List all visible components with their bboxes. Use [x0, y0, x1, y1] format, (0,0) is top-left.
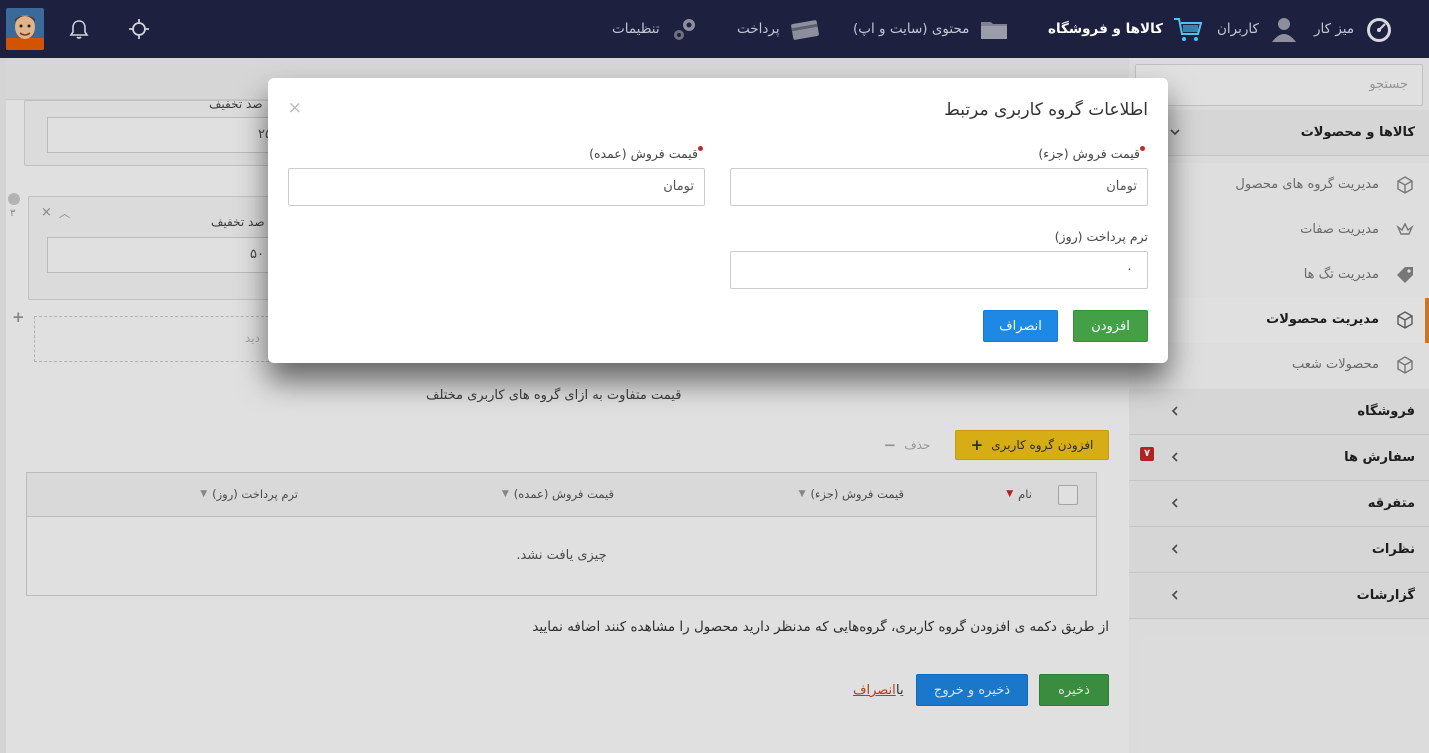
- nav-shop[interactable]: کالاها و فروشگاه: [1048, 12, 1205, 46]
- card-icon: [788, 14, 822, 44]
- required-indicator: [1140, 146, 1145, 151]
- avatar[interactable]: [6, 8, 44, 50]
- user-icon: [1267, 14, 1301, 44]
- cart-icon: [1171, 14, 1205, 44]
- crosshair-icon[interactable]: [127, 17, 151, 41]
- add-button[interactable]: افزودن: [1073, 310, 1148, 342]
- nav-settings[interactable]: تنظیمات: [612, 12, 702, 46]
- retail-price-label: قیمت فروش (جزء): [1038, 146, 1148, 161]
- add-button-label: افزودن: [1091, 318, 1130, 334]
- wholesale-price-label: قیمت فروش (عمده): [589, 146, 706, 161]
- payment-term-value: ۰: [1126, 262, 1133, 277]
- modal-title: اطلاعات گروه کاربری مرتبط: [944, 100, 1148, 120]
- nav-content[interactable]: محتوی (سایت و اپ): [853, 12, 1011, 46]
- nav-payment[interactable]: پرداخت: [737, 12, 822, 46]
- folder-icon: [977, 14, 1011, 44]
- payment-term-label: ترم پرداخت (روز): [1054, 229, 1148, 244]
- user-group-modal: اطلاعات گروه کاربری مرتبط × قیمت فروش (ج…: [268, 78, 1168, 363]
- cancel-button-label: انصراف: [999, 318, 1042, 334]
- nav-shop-label: کالاها و فروشگاه: [1048, 21, 1163, 37]
- nav-users[interactable]: کاربران: [1217, 12, 1301, 46]
- bell-icon[interactable]: [67, 17, 91, 41]
- retail-price-unit: تومان: [1106, 179, 1137, 194]
- gears-icon: [668, 14, 702, 44]
- cancel-button[interactable]: انصراف: [983, 310, 1058, 342]
- required-indicator: [698, 146, 703, 151]
- nav-payment-label: پرداخت: [737, 21, 780, 37]
- nav-dashboard[interactable]: میز کار: [1314, 12, 1396, 46]
- nav-users-label: کاربران: [1217, 21, 1259, 37]
- nav-settings-label: تنظیمات: [612, 21, 660, 37]
- top-navigation-bar: تنظیمات پرداخت محتوی (سایت و اپ) کالاها …: [0, 0, 1429, 58]
- payment-term-input[interactable]: ۰: [730, 251, 1148, 289]
- retail-price-label-text: قیمت فروش (جزء): [1038, 146, 1140, 161]
- nav-content-label: محتوی (سایت و اپ): [853, 21, 970, 37]
- close-icon[interactable]: ×: [288, 98, 302, 118]
- wholesale-price-input[interactable]: تومان: [288, 168, 705, 206]
- nav-dashboard-label: میز کار: [1314, 21, 1355, 37]
- wholesale-price-unit: تومان: [663, 179, 694, 194]
- gauge-icon: [1362, 14, 1396, 44]
- wholesale-price-label-text: قیمت فروش (عمده): [589, 146, 698, 161]
- retail-price-input[interactable]: تومان: [730, 168, 1148, 206]
